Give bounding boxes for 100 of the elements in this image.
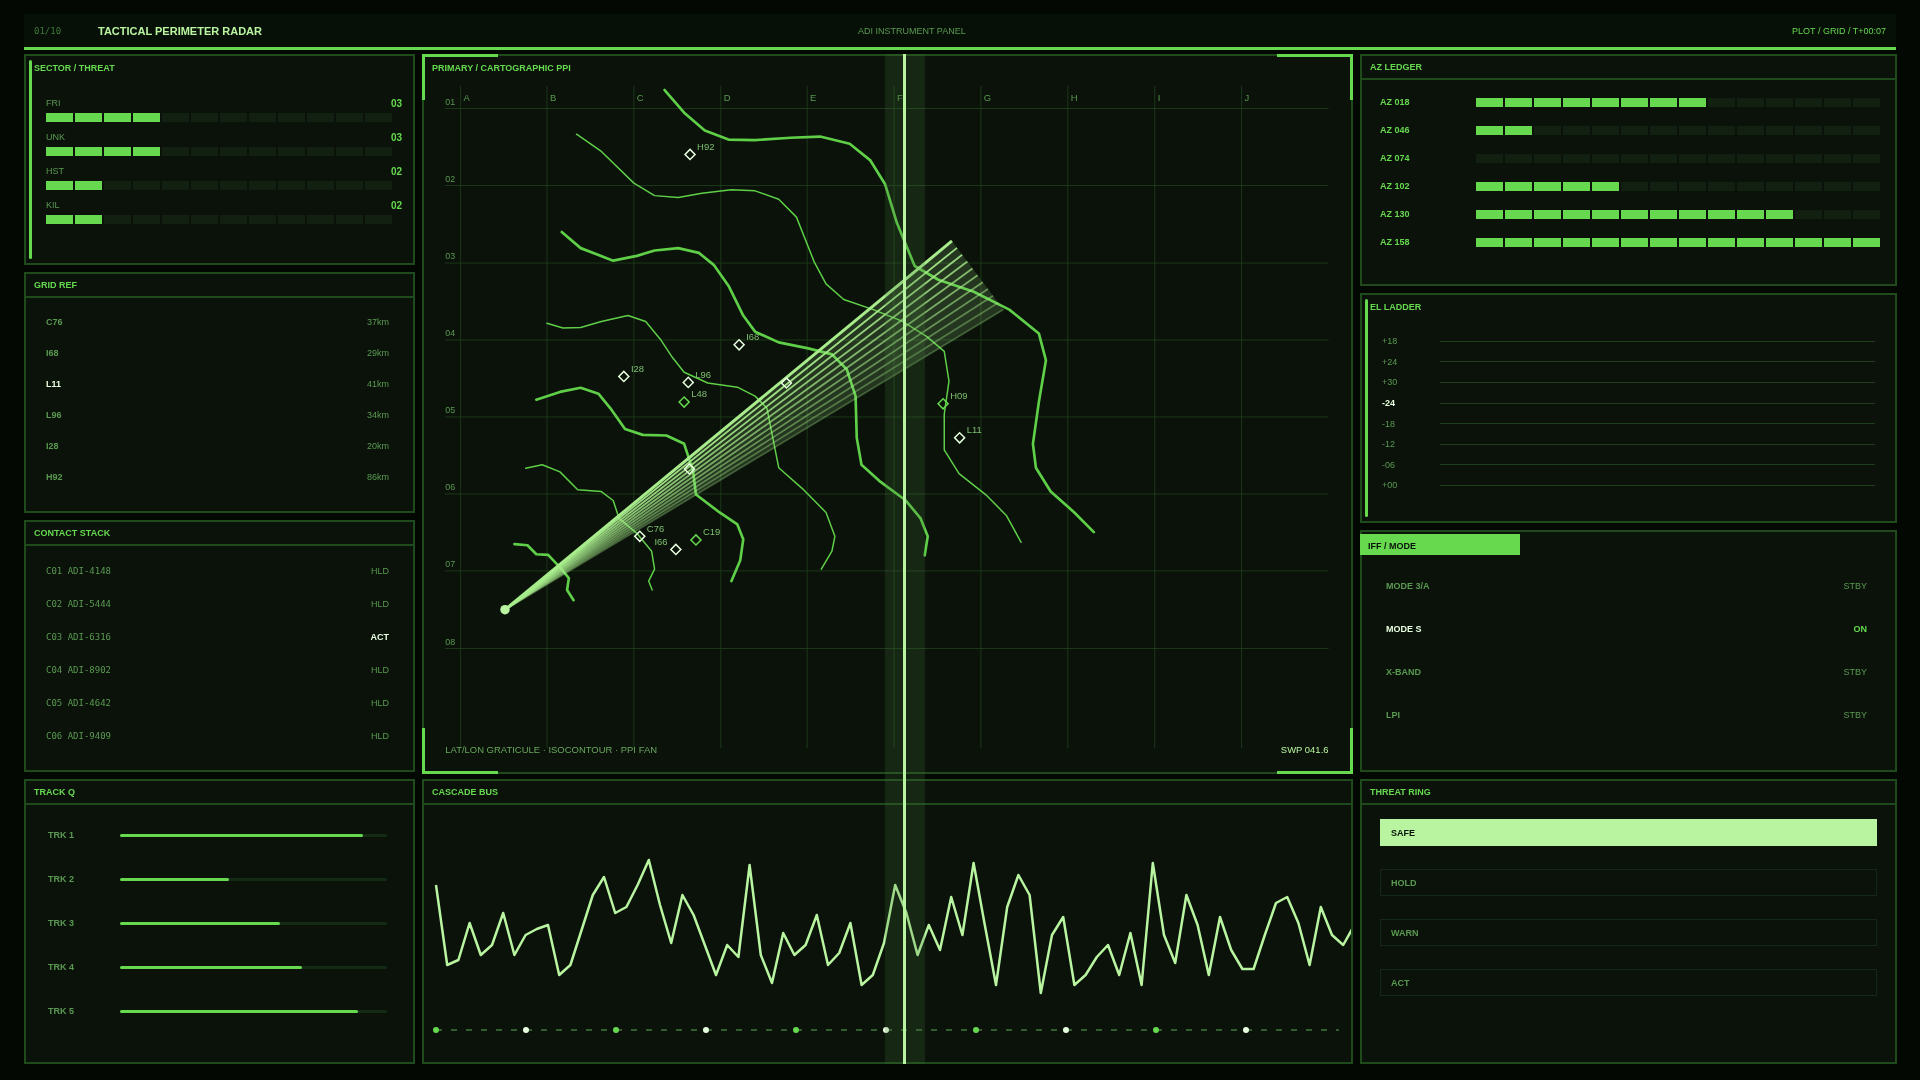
grid-column-label: J: [1244, 92, 1250, 104]
panel-title: PRIMARY / CARTOGRAPHIC PPI: [432, 63, 571, 73]
grid-column-label: B: [549, 92, 557, 104]
mode-status: STBY: [1843, 580, 1867, 591]
cursor-line[interactable]: [903, 54, 906, 1064]
track-label: TRK 4: [48, 962, 75, 972]
mode-label[interactable]: MODE S: [1386, 623, 1422, 634]
grid-row-label: 06: [445, 482, 456, 493]
elevation-label[interactable]: -18: [1382, 418, 1440, 429]
threat-label: KIL: [46, 200, 60, 211]
panel-title: AZ LEDGER: [1370, 62, 1422, 72]
contact-status: HLD: [371, 565, 389, 576]
mode-label[interactable]: LPI: [1386, 709, 1400, 720]
panel-title: SECTOR / THREAT: [34, 63, 115, 73]
distance-text: 86km: [367, 471, 389, 482]
mode-status: STBY: [1843, 709, 1867, 720]
grid-column-label: H: [1070, 92, 1078, 104]
threat-label: UNK: [46, 132, 65, 143]
grid-row-label: 04: [445, 328, 456, 339]
panel-title: CONTACT STACK: [34, 528, 111, 538]
distance-text: 34km: [367, 409, 389, 420]
grid-column-label: G: [983, 92, 992, 104]
azimuth-label: AZ 130: [1380, 209, 1411, 219]
contact-status: HLD: [371, 730, 389, 741]
elevation-label[interactable]: -06: [1382, 459, 1440, 470]
grid-row-label: 07: [445, 559, 456, 570]
elevation-label[interactable]: -24: [1382, 398, 1440, 409]
contact-status: HLD: [371, 697, 389, 708]
threat-label: FRI: [46, 98, 61, 109]
grid-row-label: 01: [445, 96, 456, 107]
panel-caption: ADI INSTRUMENT PANEL: [858, 25, 967, 36]
track-label: TRK 5: [48, 1006, 75, 1016]
threat-level-option[interactable]: SAFE: [1380, 819, 1877, 846]
threat-count: 02: [390, 200, 402, 211]
grid-column-label: I: [1157, 92, 1161, 104]
marker-label: C19: [703, 526, 721, 538]
grid-row-label: 03: [445, 251, 456, 262]
grid-ref-label[interactable]: I68: [46, 347, 59, 358]
grid-row-label: 02: [445, 173, 456, 184]
elevation-label[interactable]: +30: [1382, 377, 1440, 388]
sweep-readout: SWP 041.6: [1280, 743, 1329, 755]
elevation-label[interactable]: +24: [1382, 356, 1440, 367]
grid-ref-label[interactable]: C76: [46, 316, 63, 327]
marker-label: H09: [950, 390, 968, 402]
elevation-label[interactable]: +18: [1382, 336, 1440, 347]
panel-title: CASCADE BUS: [432, 787, 498, 797]
azimuth-label: AZ 158: [1380, 237, 1411, 247]
contact-id[interactable]: C02 ADI-5444: [46, 598, 112, 609]
distance-text: 20km: [367, 440, 389, 451]
contact-id[interactable]: C03 ADI-6316: [46, 631, 112, 642]
distance-text: 29km: [367, 347, 389, 358]
grid-column-label: C: [636, 92, 644, 104]
contact-status: HLD: [371, 598, 389, 609]
contact-id[interactable]: C04 ADI-8902: [46, 664, 112, 675]
azimuth-label: AZ 074: [1380, 153, 1411, 163]
grid-ref-label[interactable]: L11: [46, 378, 61, 389]
app-title: TACTICAL PERIMETER RADAR: [98, 24, 263, 37]
mode-label[interactable]: X-BAND: [1386, 666, 1421, 677]
panel-title: EL LADDER: [1370, 302, 1422, 312]
grid-column-label: F: [896, 92, 903, 104]
marker-label: L11: [966, 424, 982, 436]
panel-title: TRACK Q: [34, 787, 75, 797]
grid-row-label: 08: [445, 636, 456, 647]
distance-text: 37km: [367, 316, 389, 327]
breadcrumb: PLOT / GRID / T+00:07: [1792, 25, 1886, 36]
mode-status: ON: [1853, 623, 1867, 634]
marker-label: I28: [630, 362, 645, 374]
mode-label[interactable]: MODE 3/A: [1386, 580, 1430, 591]
contact-id[interactable]: C01 ADI-4148: [46, 565, 112, 576]
contact-status: ACT: [370, 631, 389, 642]
grid-row-label: 05: [445, 405, 456, 416]
marker-label: I68: [746, 330, 760, 342]
threat-level-option[interactable]: WARN: [1380, 919, 1877, 946]
track-label: TRK 1: [48, 830, 75, 840]
marker-label: L48: [691, 388, 707, 400]
contact-status: HLD: [371, 664, 389, 675]
threat-count: 03: [390, 98, 402, 109]
azimuth-label: AZ 018: [1380, 97, 1411, 107]
threat-level-option[interactable]: HOLD: [1380, 869, 1877, 896]
contact-marker-icon: [683, 462, 696, 475]
contact-id[interactable]: C05 ADI-4642: [46, 697, 112, 708]
map-legend: LAT/LON GRATICULE · ISOCONTOUR · PPI FAN: [445, 743, 658, 755]
threat-count: 03: [390, 132, 402, 143]
threat-level-option[interactable]: ACT: [1380, 969, 1877, 996]
panel-title: IFF / MODE: [1360, 533, 1520, 555]
elevation-label[interactable]: +00: [1382, 480, 1440, 491]
grid-column-label: D: [723, 92, 731, 104]
threat-count: 02: [390, 166, 402, 177]
marker-label: C76: [646, 522, 665, 534]
elevation-label[interactable]: -12: [1382, 439, 1440, 450]
grid-column-label: A: [463, 92, 470, 104]
grid-ref-label[interactable]: L96: [46, 409, 62, 420]
azimuth-label: AZ 102: [1380, 181, 1411, 191]
grid-ref-label[interactable]: H92: [46, 471, 63, 482]
marker-label: L96: [695, 368, 712, 380]
contact-id[interactable]: C06 ADI-9409: [46, 730, 112, 741]
contact-marker-icon: [780, 376, 793, 390]
track-label: TRK 2: [48, 874, 75, 884]
grid-ref-label[interactable]: I28: [46, 440, 59, 451]
panel-title: GRID REF: [34, 280, 77, 290]
